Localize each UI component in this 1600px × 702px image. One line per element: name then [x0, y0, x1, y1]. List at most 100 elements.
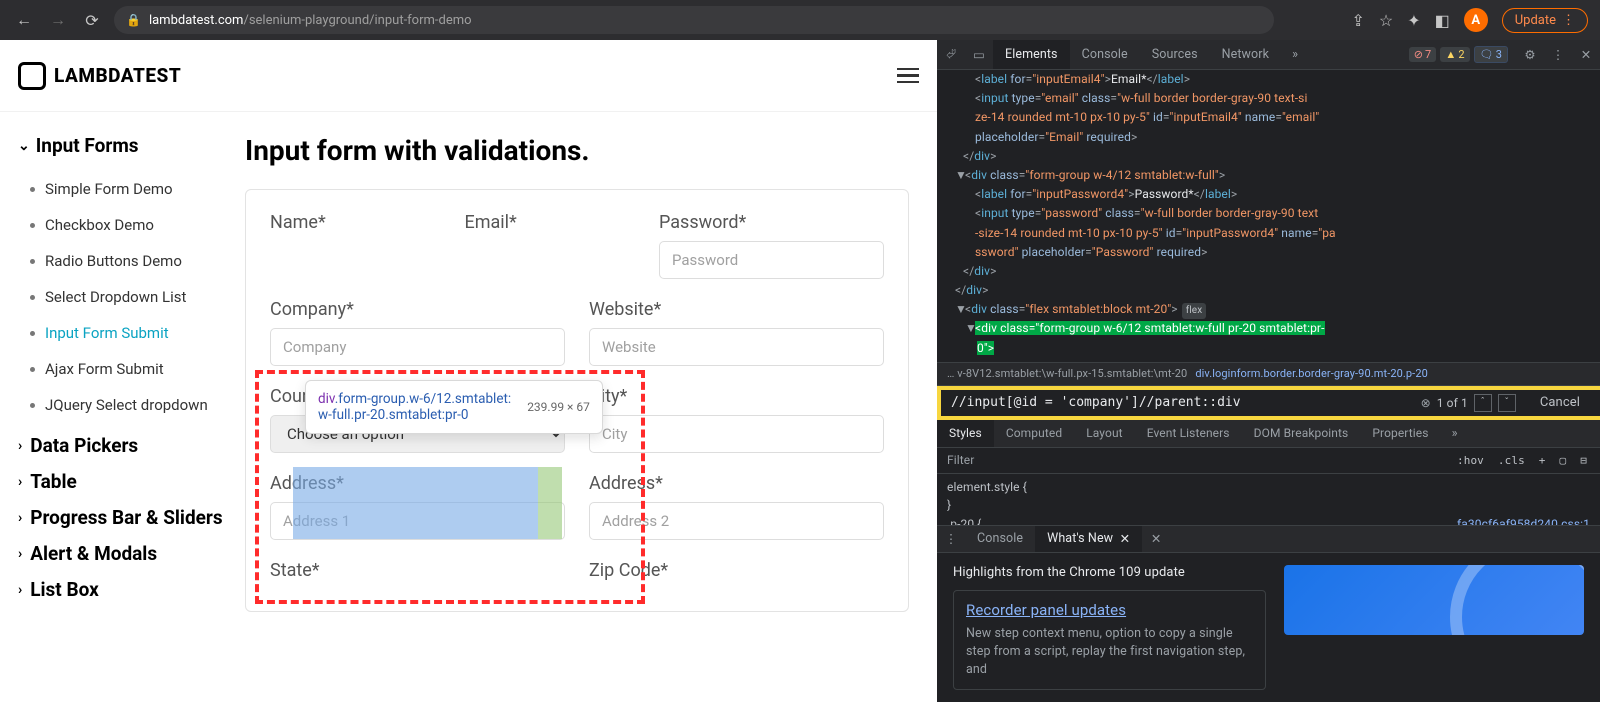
- dom-line[interactable]: </div>: [955, 281, 1592, 300]
- styles-tabs: Styles Computed Layout Event Listeners D…: [937, 420, 1600, 448]
- sidebar-item-active[interactable]: Input Form Submit: [18, 315, 235, 351]
- field-city: City*: [589, 386, 884, 453]
- styles-sidebar-icon[interactable]: ⊟: [1577, 454, 1590, 467]
- crumb-right[interactable]: div.loginform.border.border-gray-90.mt-2…: [1195, 367, 1428, 380]
- dom-line[interactable]: ▼<div class="flex smtablet:block mt-20">…: [955, 300, 1592, 319]
- tab-console[interactable]: Console: [1070, 40, 1140, 69]
- tab-computed[interactable]: Computed: [994, 420, 1074, 447]
- source-link[interactable]: fa30cf6af958d240.css:1: [1457, 515, 1590, 525]
- hov-toggle[interactable]: :hov: [1454, 454, 1487, 467]
- promo-image: [1284, 565, 1584, 635]
- sidebar-group-listbox[interactable]: ›List Box: [18, 567, 235, 603]
- bookmark-icon[interactable]: ☆: [1379, 11, 1393, 30]
- label-email: Email*: [465, 212, 636, 233]
- inspect-element-icon[interactable]: ⮰: [937, 40, 965, 69]
- sidebar-item[interactable]: Simple Form Demo: [18, 171, 235, 207]
- nav-reload-button[interactable]: ⟳: [80, 8, 104, 32]
- tab-event-listeners[interactable]: Event Listeners: [1135, 420, 1242, 447]
- dom-line[interactable]: ssword" placeholder="Password" required>: [955, 243, 1592, 262]
- device-toggle-icon[interactable]: ▭: [965, 40, 993, 69]
- computed-toggle-icon[interactable]: ▢: [1557, 454, 1570, 467]
- nav-forward-button[interactable]: →: [46, 8, 70, 32]
- filter-input[interactable]: Filter: [947, 453, 974, 467]
- tab-properties[interactable]: Properties: [1360, 420, 1440, 447]
- dom-line[interactable]: ▼<div class="form-group w-4/12 smtablet:…: [955, 166, 1592, 185]
- info-badge[interactable]: 🗨 3: [1474, 46, 1508, 63]
- recorder-link[interactable]: Recorder panel updates: [966, 601, 1253, 619]
- crumb-left[interactable]: … v-8V12.smtablet:\w-full.px-15.smtablet…: [947, 367, 1187, 380]
- dom-line-selected[interactable]: 0">: [955, 339, 1592, 358]
- dom-line[interactable]: <input type="password" class="w-full bor…: [955, 204, 1592, 223]
- sidebar-item[interactable]: JQuery Select dropdown: [18, 387, 235, 423]
- field-email: Email*: [465, 212, 636, 279]
- next-match-button[interactable]: ˇ: [1498, 394, 1516, 412]
- profile-avatar[interactable]: A: [1464, 8, 1488, 32]
- cls-toggle[interactable]: .cls: [1495, 454, 1528, 467]
- tab-network[interactable]: Network: [1210, 40, 1281, 69]
- menu-button[interactable]: [897, 68, 919, 84]
- dom-line-selected[interactable]: ▼<div class="form-group w-6/12 smtablet:…: [955, 319, 1592, 338]
- errors-badge[interactable]: ⊘ 7: [1409, 47, 1437, 62]
- css-rule[interactable]: .p-20 {fa30cf6af958d240.css:1: [947, 515, 1590, 525]
- tab-elements[interactable]: Elements: [993, 40, 1070, 69]
- close-tab-icon[interactable]: ✕: [1120, 531, 1131, 547]
- styles-overflow-icon[interactable]: »: [1441, 420, 1469, 447]
- clear-search-icon[interactable]: ⊗: [1421, 396, 1431, 410]
- tab-layout[interactable]: Layout: [1074, 420, 1134, 447]
- field-password: Password*: [659, 212, 884, 279]
- website-input[interactable]: [589, 328, 884, 366]
- country-select[interactable]: Choose an option: [270, 415, 565, 453]
- url-bar[interactable]: 🔒 lambdatest.com/selenium-playground/inp…: [114, 6, 1274, 34]
- tab-styles[interactable]: Styles: [937, 420, 994, 447]
- dom-line[interactable]: <label for="inputEmail4">Email*</label>: [955, 70, 1592, 89]
- sidebar-group-data-pickers[interactable]: ›Data Pickers: [18, 423, 235, 459]
- dom-breadcrumb[interactable]: … v-8V12.smtablet:\w-full.px-15.smtablet…: [937, 362, 1600, 386]
- sidebar-section-input-forms[interactable]: ⌄ Input Forms: [18, 134, 235, 157]
- sidebar-item[interactable]: Radio Buttons Demo: [18, 243, 235, 279]
- dom-line[interactable]: -size-14 rounded mt-10 px-10 py-5" id="i…: [955, 224, 1592, 243]
- nav-back-button[interactable]: ←: [12, 8, 36, 32]
- sidebar-group-alert[interactable]: ›Alert & Modals: [18, 531, 235, 567]
- sidebar-item[interactable]: Checkbox Demo: [18, 207, 235, 243]
- dom-line[interactable]: <label for="inputPassword4">Password*</l…: [955, 185, 1592, 204]
- sidebar-group-table[interactable]: ›Table: [18, 459, 235, 495]
- dom-line[interactable]: placeholder="Email" required>: [955, 128, 1592, 147]
- extensions-icon[interactable]: ✦: [1407, 11, 1420, 30]
- tab-dom-breakpoints[interactable]: DOM Breakpoints: [1242, 420, 1361, 447]
- tabs-overflow-icon[interactable]: »: [1281, 40, 1309, 69]
- drawer-tab-whatsnew[interactable]: What's New ✕: [1035, 526, 1142, 552]
- dom-tree[interactable]: <label for="inputEmail4">Email*</label> …: [937, 70, 1600, 362]
- dom-line[interactable]: <input type="email" class="w-full border…: [955, 89, 1592, 108]
- company-input[interactable]: [270, 328, 565, 366]
- share-icon[interactable]: ⇪: [1351, 11, 1364, 30]
- close-devtools-icon[interactable]: ✕: [1572, 40, 1600, 69]
- sidepanel-icon[interactable]: ◧: [1435, 11, 1450, 30]
- address1-input[interactable]: [270, 502, 565, 540]
- site-logo[interactable]: LAMBDATEST: [18, 62, 181, 90]
- update-button[interactable]: Update ⋮: [1502, 8, 1588, 33]
- password-input[interactable]: [659, 241, 884, 279]
- styles-body[interactable]: element.style { } .p-20 {fa30cf6af958d24…: [937, 474, 1600, 525]
- city-input[interactable]: [589, 415, 884, 453]
- issue-badges[interactable]: ⊘ 7 ▲ 2 🗨 3: [1409, 40, 1516, 69]
- sidebar-item[interactable]: Ajax Form Submit: [18, 351, 235, 387]
- xpath-input[interactable]: [951, 395, 1411, 410]
- css-rule[interactable]: element.style {: [947, 478, 1590, 497]
- dom-line[interactable]: </div>: [955, 262, 1592, 281]
- cancel-search-button[interactable]: Cancel: [1526, 395, 1594, 410]
- close-drawer-icon[interactable]: ✕: [1142, 526, 1170, 552]
- dom-line[interactable]: ze-14 rounded mt-10 px-10 py-5" id="inpu…: [955, 108, 1592, 127]
- kebab-icon[interactable]: ⋮: [1544, 40, 1572, 69]
- warnings-badge[interactable]: ▲ 2: [1440, 47, 1469, 62]
- drawer-menu-icon[interactable]: ⋮: [937, 526, 965, 552]
- sidebar-group-progress[interactable]: ›Progress Bar & Sliders: [18, 495, 235, 531]
- chevron-right-icon: ›: [18, 546, 22, 562]
- new-style-icon[interactable]: +: [1536, 454, 1549, 467]
- tab-sources[interactable]: Sources: [1140, 40, 1210, 69]
- settings-icon[interactable]: ⚙: [1516, 40, 1544, 69]
- drawer-tab-console[interactable]: Console: [965, 526, 1035, 552]
- prev-match-button[interactable]: ˆ: [1474, 394, 1492, 412]
- address2-input[interactable]: [589, 502, 884, 540]
- sidebar-item[interactable]: Select Dropdown List: [18, 279, 235, 315]
- dom-line[interactable]: </div>: [955, 147, 1592, 166]
